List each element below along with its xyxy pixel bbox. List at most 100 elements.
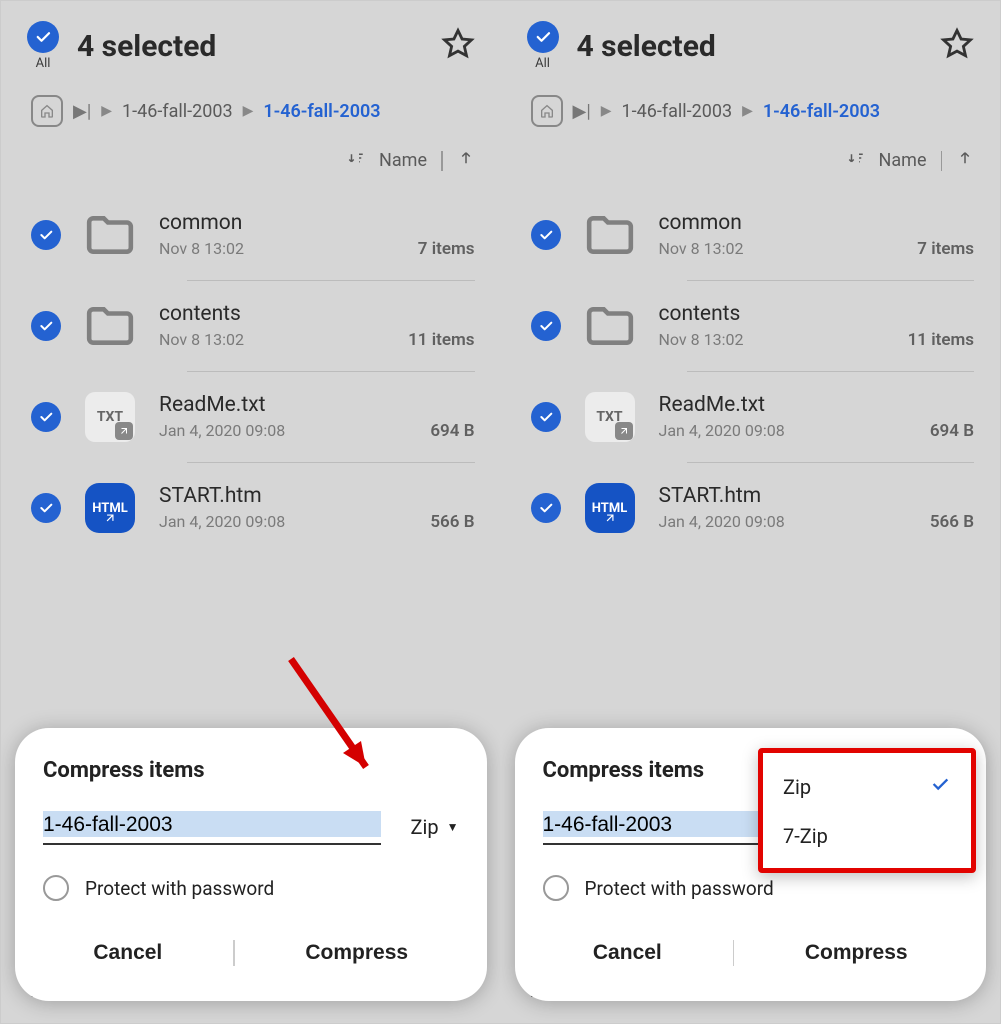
link-badge-icon — [603, 511, 617, 529]
file-meta: 7 items — [917, 239, 974, 259]
file-date: Nov 8 13:02 — [159, 239, 244, 258]
chevron-right-icon: ▶ — [101, 103, 112, 119]
check-icon[interactable] — [531, 311, 561, 341]
html-file-icon: HTML — [83, 481, 137, 535]
check-icon[interactable] — [31, 402, 61, 432]
cancel-button[interactable]: Cancel — [63, 925, 192, 981]
list-item[interactable]: TXT ReadMe.txt Jan 4, 2020 09:08 694 B — [1, 372, 501, 462]
page-title: 4 selected — [77, 29, 441, 64]
radio-icon — [543, 875, 569, 901]
chevron-right-icon: ▶ — [742, 103, 753, 119]
file-meta: 7 items — [418, 239, 475, 259]
check-icon[interactable] — [531, 493, 561, 523]
file-name: ReadMe.txt — [659, 393, 975, 417]
file-name: common — [659, 211, 975, 235]
list-item[interactable]: contents Nov 8 13:02 11 items — [501, 281, 1001, 371]
divider — [733, 940, 735, 966]
file-date: Jan 4, 2020 09:08 — [159, 512, 285, 531]
password-label: Protect with password — [85, 877, 274, 900]
home-button[interactable] — [531, 95, 563, 127]
select-all-button[interactable]: All — [527, 21, 559, 71]
favorite-button[interactable] — [441, 27, 475, 65]
check-icon — [527, 21, 559, 53]
file-date: Jan 4, 2020 09:08 — [659, 421, 785, 440]
format-dropdown: Zip 7-Zip — [758, 748, 976, 873]
header: All 4 selected — [501, 1, 1001, 81]
html-file-icon: HTML — [583, 481, 637, 535]
format-label: Zip — [411, 815, 439, 839]
sort-label[interactable]: Name — [379, 150, 427, 171]
compress-button[interactable]: Compress — [275, 925, 438, 981]
file-name: contents — [159, 302, 475, 326]
list-item[interactable]: common Nov 8 13:02 7 items — [501, 190, 1001, 280]
file-list: common Nov 8 13:02 7 items contents Nov 8… — [501, 190, 1001, 553]
folder-icon — [583, 208, 637, 262]
txt-file-icon: TXT — [583, 390, 637, 444]
panel-left: All 4 selected ▶| ▶ 1-46-fall-2003 ▶ 1-4… — [1, 1, 501, 1023]
file-name: contents — [659, 302, 975, 326]
format-select[interactable]: Zip ▼ — [411, 815, 459, 845]
check-icon[interactable] — [31, 493, 61, 523]
breadcrumb: ▶| ▶ 1-46-fall-2003 ▶ 1-46-fall-2003 — [1, 81, 501, 141]
skip-icon: ▶| — [73, 101, 91, 122]
list-item[interactable]: HTML START.htm Jan 4, 2020 09:08 566 B — [501, 463, 1001, 553]
check-icon[interactable] — [531, 220, 561, 250]
check-icon[interactable] — [31, 311, 61, 341]
compress-modal: Compress items Zip ▼ Protect with passwo… — [15, 728, 487, 1001]
file-date: Nov 8 13:02 — [659, 239, 744, 258]
chevron-right-icon: ▶ — [601, 103, 612, 119]
list-item[interactable]: HTML START.htm Jan 4, 2020 09:08 566 B — [1, 463, 501, 553]
file-list: common Nov 8 13:02 7 items contents Nov … — [1, 190, 501, 553]
radio-icon — [43, 875, 69, 901]
sort-icon[interactable] — [847, 149, 865, 172]
folder-icon — [83, 208, 137, 262]
breadcrumb-item[interactable]: 1-46-fall-2003 — [622, 101, 733, 122]
breadcrumb: ▶| ▶ 1-46-fall-2003 ▶ 1-46-fall-2003 — [501, 81, 1001, 141]
password-label: Protect with password — [585, 877, 774, 900]
sort-icon[interactable] — [347, 149, 365, 172]
file-date: Jan 4, 2020 09:08 — [659, 512, 785, 531]
check-icon[interactable] — [31, 220, 61, 250]
folder-icon — [83, 299, 137, 353]
link-badge-icon — [115, 422, 133, 440]
sort-label[interactable]: Name — [879, 150, 927, 171]
home-button[interactable] — [31, 95, 63, 127]
dropdown-option-7zip[interactable]: 7-Zip — [763, 812, 971, 860]
favorite-button[interactable] — [940, 27, 974, 65]
file-meta: 694 B — [930, 421, 974, 441]
folder-icon — [583, 299, 637, 353]
sort-bar: Name — [501, 141, 1001, 190]
archive-name-input[interactable] — [43, 809, 381, 845]
chevron-right-icon: ▶ — [243, 103, 254, 119]
check-icon[interactable] — [531, 402, 561, 432]
skip-icon: ▶| — [573, 101, 591, 122]
compress-button[interactable]: Compress — [775, 925, 938, 981]
file-meta: 11 items — [908, 330, 974, 350]
link-badge-icon — [103, 511, 117, 529]
sort-direction-button[interactable] — [956, 149, 974, 172]
dropdown-option-zip[interactable]: Zip — [763, 761, 971, 812]
sort-bar: Name — [1, 141, 501, 190]
panel-right: All 4 selected ▶| ▶ 1-46-fall-2003 ▶ 1-4… — [501, 1, 1001, 1023]
divider — [441, 151, 443, 171]
breadcrumb-item[interactable]: 1-46-fall-2003 — [122, 101, 233, 122]
file-name: START.htm — [659, 484, 975, 508]
breadcrumb-current[interactable]: 1-46-fall-2003 — [763, 101, 880, 122]
chevron-down-icon: ▼ — [447, 820, 459, 834]
header: All 4 selected — [1, 1, 501, 81]
file-meta: 11 items — [408, 330, 474, 350]
list-item[interactable]: contents Nov 8 13:02 11 items — [1, 281, 501, 371]
breadcrumb-current[interactable]: 1-46-fall-2003 — [263, 101, 380, 122]
list-item[interactable]: common Nov 8 13:02 7 items — [1, 190, 501, 280]
list-item[interactable]: TXT ReadMe.txt Jan 4, 2020 09:08 694 B — [501, 372, 1001, 462]
select-all-button[interactable]: All — [27, 21, 59, 71]
file-meta: 566 B — [930, 512, 974, 532]
password-toggle[interactable]: Protect with password — [43, 875, 459, 901]
cancel-button[interactable]: Cancel — [563, 925, 692, 981]
file-name: ReadMe.txt — [159, 393, 475, 417]
password-toggle[interactable]: Protect with password — [543, 875, 959, 901]
file-date: Nov 8 13:02 — [659, 330, 744, 349]
sort-direction-button[interactable] — [457, 149, 475, 172]
file-meta: 566 B — [430, 512, 474, 532]
file-name: START.htm — [159, 484, 475, 508]
